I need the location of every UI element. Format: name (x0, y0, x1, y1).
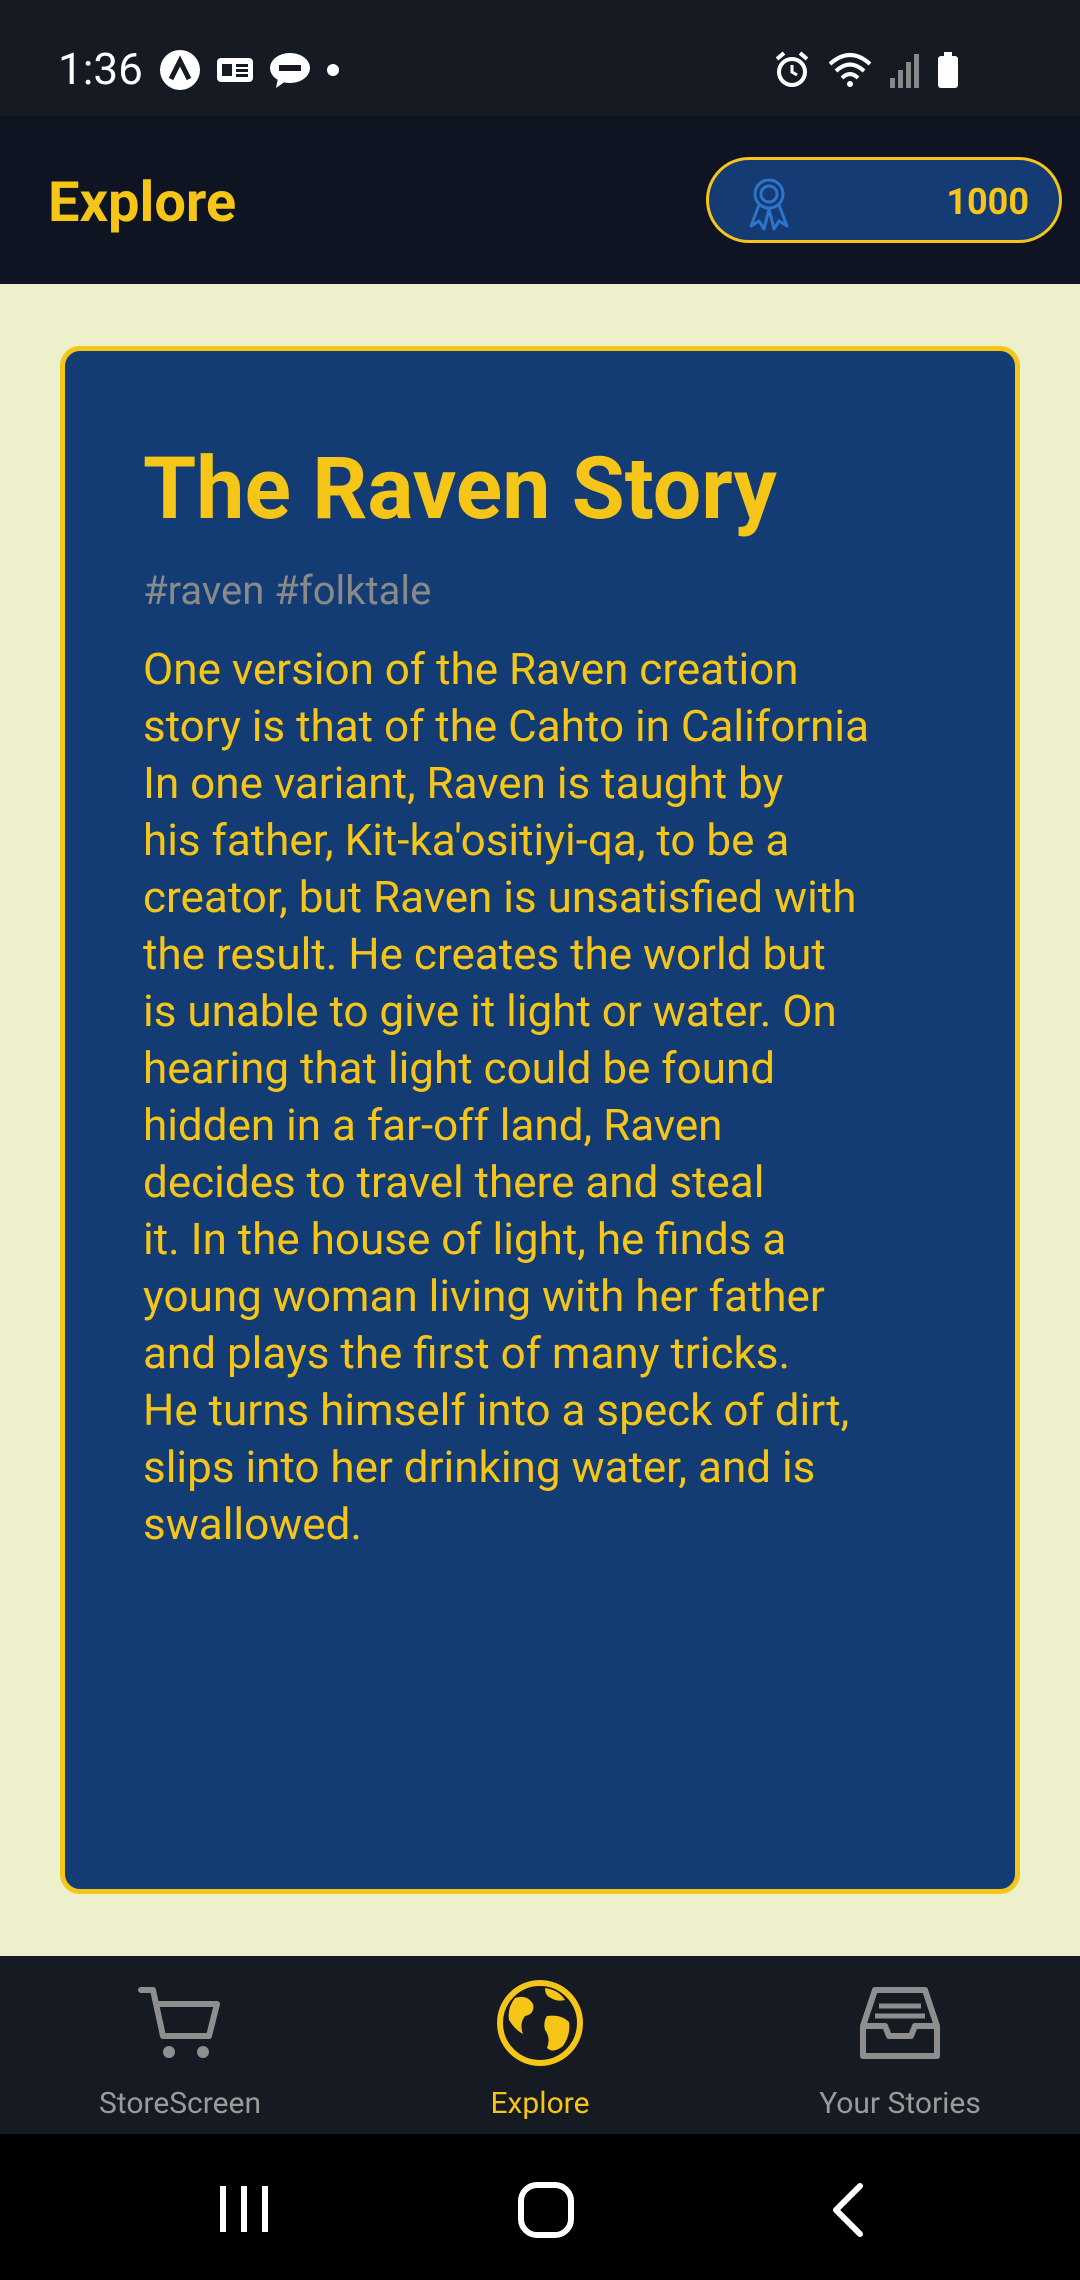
story-line: swallowed. (143, 1498, 363, 1550)
story-body: One version of the Raven creation story … (143, 641, 943, 1553)
status-time: 1:36 (58, 43, 143, 95)
story-line: and plays the first of many tricks. (143, 1327, 791, 1379)
story-line: creator, but Raven is unsatisfied with (143, 871, 857, 923)
nav-item-explore[interactable]: Explore (360, 1956, 720, 2134)
page-title: Explore (48, 169, 237, 235)
alarm-icon (775, 51, 809, 87)
story-line: In one variant, Raven is taught by (143, 757, 784, 809)
story-line: One version of the Raven creation (143, 643, 799, 695)
back-icon[interactable] (826, 2180, 872, 2240)
award-ribbon-icon (749, 178, 789, 231)
nav-label: Your Stories (819, 2086, 981, 2121)
story-line: hearing that light could be found (143, 1042, 776, 1094)
notification-icons (158, 46, 340, 94)
story-title: The Raven Story (143, 438, 777, 539)
bottom-nav: StoreScreen Explore Your Stories (0, 1956, 1080, 2134)
points-value: 1000 (946, 181, 1029, 223)
cart-icon (138, 1987, 220, 2058)
story-line: it. In the house of light, he finds a (143, 1213, 787, 1265)
wifi-icon (828, 53, 872, 87)
nav-label: StoreScreen (98, 2086, 262, 2121)
system-nav-bar (0, 2134, 1080, 2280)
story-line: his father, Kit-ka'ositiyi-qa, to be a (143, 814, 790, 866)
story-line: story is that of the Cahto in California (143, 700, 870, 752)
signal-icon (890, 54, 919, 88)
battery-icon (938, 52, 958, 88)
talk-icon (270, 53, 310, 88)
nav-item-store[interactable]: StoreScreen (0, 1956, 360, 2134)
system-status-icons (772, 46, 960, 94)
story-line: the result. He creates the world but (143, 928, 826, 980)
status-bar: 1:36 (0, 0, 1080, 116)
story-line: young woman living with her father (143, 1270, 825, 1322)
dot-icon (327, 64, 339, 76)
app-ge-icon (217, 58, 253, 82)
nav-label: Explore (490, 2086, 590, 2121)
app-a-icon (160, 50, 200, 90)
story-line: is unable to give it light or water. On (143, 985, 837, 1037)
recent-apps-icon[interactable] (214, 2182, 274, 2236)
home-icon[interactable] (516, 2180, 576, 2240)
story-line: He turns himself into a speck of dirt, (143, 1384, 850, 1436)
story-card[interactable]: The Raven Story #raven #folktale One ver… (60, 346, 1020, 1894)
globe-icon (497, 1980, 583, 2066)
story-line: hidden in a far-off land, Raven (143, 1099, 723, 1151)
story-line: slips into her drinking water, and is (143, 1441, 816, 1493)
story-tags: #raven #folktale (143, 567, 432, 614)
inbox-icon (860, 1987, 940, 2059)
story-line: decides to travel there and steal (143, 1156, 765, 1208)
nav-item-your-stories[interactable]: Your Stories (720, 1956, 1080, 2134)
points-badge[interactable]: 1000 (706, 157, 1062, 243)
